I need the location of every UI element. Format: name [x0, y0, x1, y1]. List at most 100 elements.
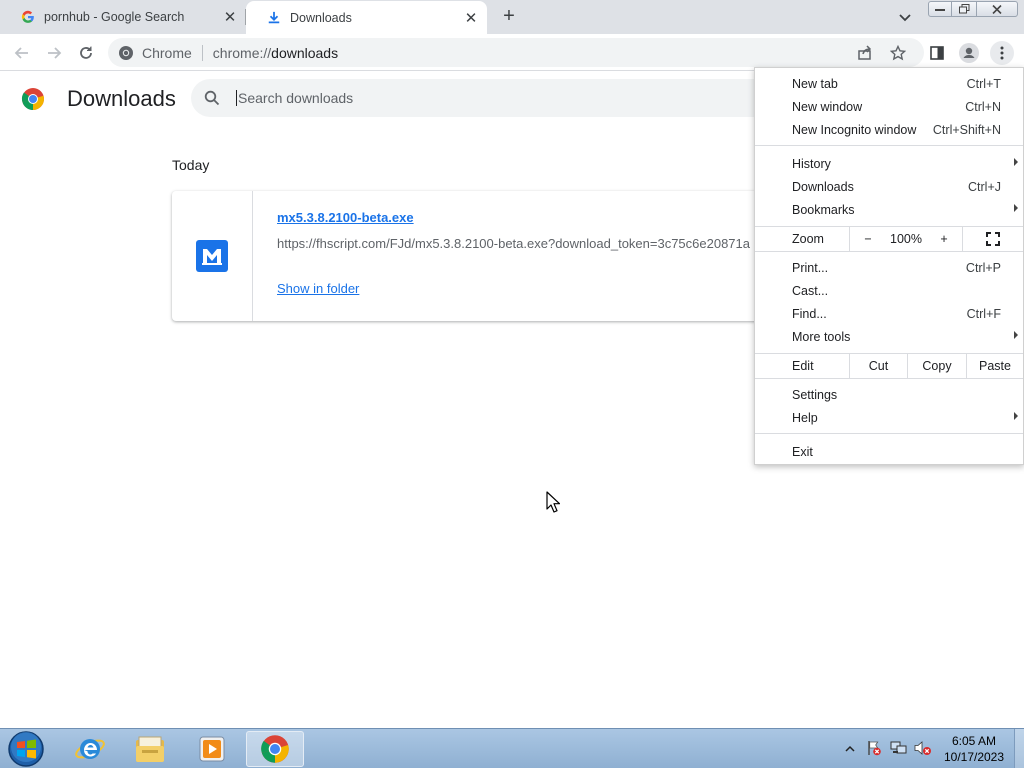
menu-separator: [755, 433, 1023, 434]
section-date-label: Today: [172, 157, 210, 173]
clock-date: 10/17/2023: [943, 750, 1005, 764]
close-icon[interactable]: ✕: [461, 8, 481, 28]
zoom-out-button[interactable]: −: [849, 227, 886, 251]
new-tab-button[interactable]: +: [498, 6, 520, 28]
menu-item-help[interactable]: Help: [755, 406, 1023, 429]
reload-button[interactable]: [74, 41, 98, 65]
menu-label: Zoom: [792, 232, 824, 246]
menu-shortcut: Ctrl+J: [968, 179, 1001, 194]
windows-taskbar: 6:05 AM 10/17/2023: [0, 728, 1024, 768]
menu-item-new-window[interactable]: New window Ctrl+N: [755, 95, 1023, 118]
menu-row-zoom: Zoom − 100% +: [755, 227, 1023, 251]
tab-google-search[interactable]: pornhub - Google Search ✕: [0, 0, 246, 34]
site-chip: Chrome: [142, 44, 192, 61]
tab-title: Downloads: [290, 10, 352, 25]
menu-label: Exit: [792, 444, 813, 459]
address-bar[interactable]: Chrome chrome://downloads: [108, 38, 924, 67]
share-icon[interactable]: [853, 41, 877, 65]
back-button[interactable]: [10, 41, 34, 65]
url-text: chrome://downloads: [213, 45, 338, 61]
fullscreen-button[interactable]: [962, 227, 1023, 251]
show-in-folder-link[interactable]: Show in folder: [277, 281, 359, 296]
download-file-link[interactable]: mx5.3.8.2100-beta.exe: [277, 210, 414, 225]
menu-item-find[interactable]: Find... Ctrl+F: [755, 302, 1023, 325]
menu-separator: [755, 145, 1023, 146]
chrome-logo-icon: [21, 87, 45, 111]
tab-title: pornhub - Google Search: [44, 10, 185, 24]
forward-button[interactable]: [42, 41, 66, 65]
menu-label: Bookmarks: [792, 202, 855, 217]
file-explorer-icon[interactable]: [122, 731, 178, 767]
menu-item-new-incognito[interactable]: New Incognito window Ctrl+Shift+N: [755, 118, 1023, 141]
search-icon: [204, 90, 220, 106]
window-close-button[interactable]: [976, 1, 1018, 17]
google-icon: [20, 9, 36, 25]
more-menu-icon[interactable]: [990, 41, 1014, 65]
arrow-left-icon: [14, 47, 28, 59]
url-scheme: chrome://: [212, 44, 272, 61]
menu-separator: [755, 378, 1023, 379]
show-desktop-button[interactable]: [1014, 729, 1024, 768]
network-icon[interactable]: [890, 740, 908, 759]
submenu-arrow-icon: [1014, 158, 1018, 166]
volume-muted-icon[interactable]: [914, 740, 932, 759]
zoom-in-button[interactable]: +: [926, 227, 962, 251]
menu-label: Cast...: [792, 283, 829, 298]
menu-label: New Incognito window: [792, 122, 917, 137]
chevron-down-icon[interactable]: [896, 8, 914, 26]
menu-label: New tab: [792, 76, 838, 91]
menu-label: Settings: [792, 387, 838, 402]
menu-shortcut: Ctrl+T: [966, 76, 1001, 91]
side-panel-icon[interactable]: [925, 41, 949, 65]
bookmark-star-icon[interactable]: [886, 41, 910, 65]
restore-button[interactable]: [951, 1, 977, 17]
omnibox-divider: [201, 44, 203, 61]
reload-icon: [80, 46, 92, 59]
chrome-icon: [118, 45, 134, 61]
chrome-icon[interactable]: [246, 731, 304, 767]
menu-item-history[interactable]: History: [755, 152, 1023, 175]
menu-item-bookmarks[interactable]: Bookmarks: [755, 198, 1023, 221]
cut-button[interactable]: Cut: [849, 354, 907, 378]
maxthon-icon: [196, 240, 228, 272]
submenu-arrow-icon: [1014, 331, 1018, 339]
download-item-card: mx5.3.8.2100-beta.exe https://fhscript.c…: [172, 191, 812, 321]
minimize-button[interactable]: [928, 1, 952, 17]
action-center-flag-icon[interactable]: [866, 740, 882, 759]
menu-item-more-tools[interactable]: More tools: [755, 325, 1023, 348]
paste-button[interactable]: Paste: [966, 354, 1023, 378]
fullscreen-icon: [986, 232, 1000, 246]
chrome-app-menu: New tab Ctrl+T New window Ctrl+N New Inc…: [754, 67, 1024, 465]
menu-item-new-tab[interactable]: New tab Ctrl+T: [755, 72, 1023, 95]
download-icon: [266, 10, 282, 26]
menu-label: History: [792, 156, 831, 171]
profile-icon[interactable]: [957, 41, 981, 65]
search-input[interactable]: [236, 90, 636, 106]
search-box[interactable]: [191, 79, 791, 117]
tab-downloads[interactable]: Downloads ✕: [246, 1, 487, 34]
internet-explorer-icon[interactable]: [62, 731, 118, 767]
close-icon[interactable]: ✕: [220, 7, 240, 27]
submenu-arrow-icon: [1014, 204, 1018, 212]
menu-label: More tools: [792, 329, 851, 344]
menu-item-cast[interactable]: Cast...: [755, 279, 1023, 302]
download-source-url[interactable]: https://fhscript.com/FJd/mx5.3.8.2100-be…: [277, 236, 750, 251]
menu-label: New window: [792, 99, 863, 114]
menu-item-exit[interactable]: Exit: [755, 440, 1023, 463]
menu-label: Find...: [792, 306, 827, 321]
url-host: downloads: [271, 44, 339, 61]
menu-shortcut: Ctrl+P: [965, 260, 1001, 275]
menu-item-settings[interactable]: Settings: [755, 383, 1023, 406]
menu-item-downloads[interactable]: Downloads Ctrl+J: [755, 175, 1023, 198]
system-clock[interactable]: 6:05 AM 10/17/2023: [941, 733, 1007, 765]
menu-item-print[interactable]: Print... Ctrl+P: [755, 256, 1023, 279]
menu-shortcut: Ctrl+F: [966, 306, 1001, 321]
media-player-icon[interactable]: [184, 731, 240, 767]
tab-strip: pornhub - Google Search ✕ Downloads ✕ +: [0, 0, 1024, 34]
menu-label: Print...: [792, 260, 829, 275]
show-hidden-icons-icon[interactable]: [844, 742, 856, 757]
page-title: Downloads: [67, 86, 176, 111]
menu-shortcut: Ctrl+N: [965, 99, 1001, 114]
copy-button[interactable]: Copy: [907, 354, 966, 378]
start-button[interactable]: [6, 730, 46, 768]
